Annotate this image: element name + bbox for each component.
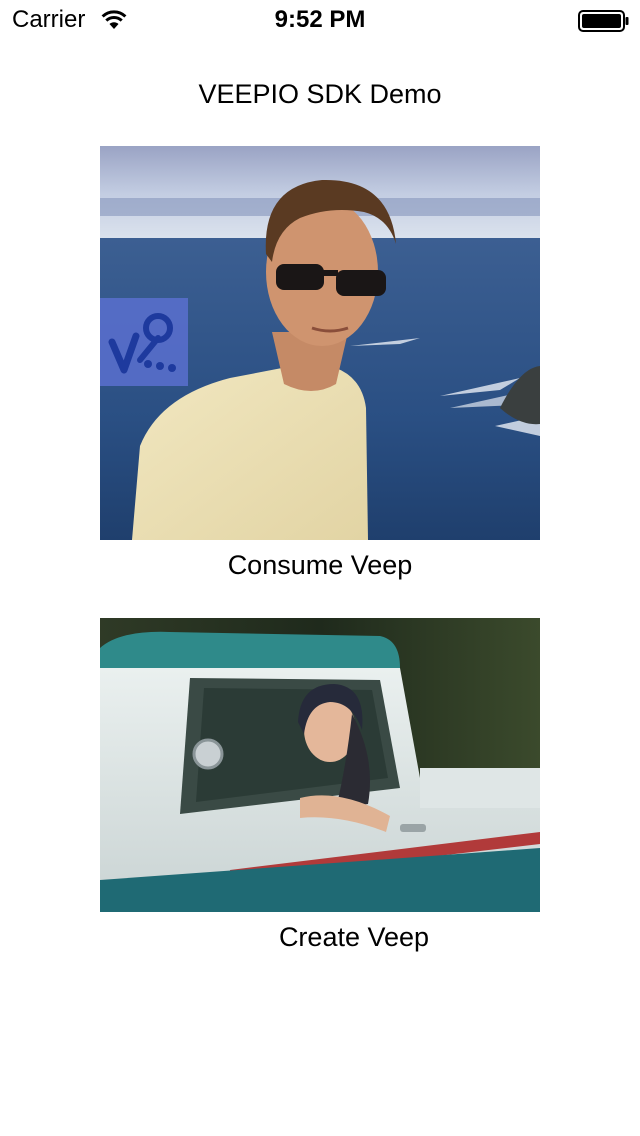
woman-vintage-truck-photo bbox=[100, 618, 540, 912]
battery-icon bbox=[578, 10, 629, 32]
consume-veep-label[interactable]: Consume Veep bbox=[100, 548, 540, 582]
consume-veep-image[interactable] bbox=[100, 146, 540, 540]
veepio-badge-icon[interactable] bbox=[100, 298, 188, 386]
status-bar: Carrier 9:52 PM bbox=[0, 0, 640, 40]
create-veep-image[interactable] bbox=[100, 618, 540, 912]
page-title: VEEPIO SDK Demo bbox=[198, 79, 442, 109]
clock: 9:52 PM bbox=[274, 6, 366, 33]
create-veep-label[interactable]: Create Veep bbox=[134, 920, 574, 954]
